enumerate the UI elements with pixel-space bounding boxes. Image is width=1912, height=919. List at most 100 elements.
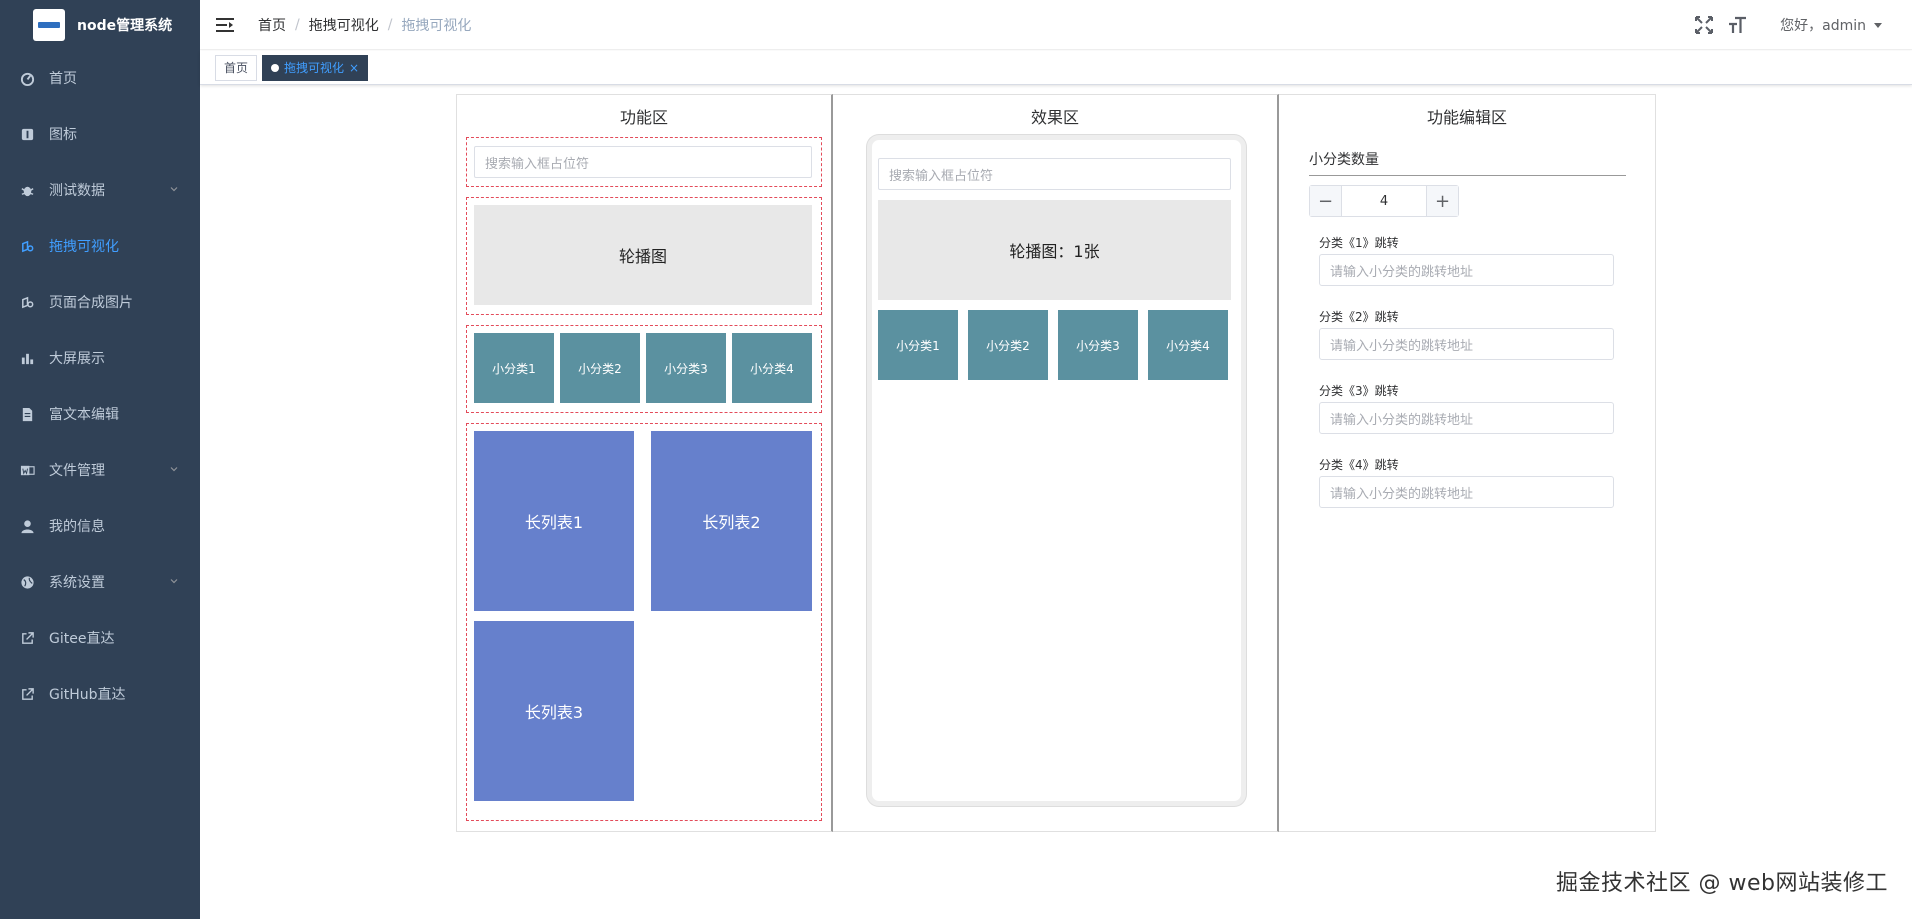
sidebar-item-label: 系统设置 — [49, 575, 105, 591]
category-count-stepper[interactable]: − 4 + — [1309, 185, 1459, 217]
icon-icon — [19, 126, 35, 142]
edit-area: 功能编辑区 小分类数量 − 4 + 分类《1》跳转 请输入小分类的跳转地址 分类… — [1279, 94, 1656, 832]
breadcrumb-item-drag[interactable]: 拖拽可视化 — [309, 15, 379, 35]
external-link-icon — [19, 630, 35, 646]
breadcrumb-separator: / — [387, 16, 393, 33]
tag-label: 拖拽可视化 — [284, 60, 345, 75]
chevron-down-icon — [170, 467, 178, 472]
category-item: 小分类3 — [646, 333, 726, 403]
category-item: 小分类2 — [560, 333, 640, 403]
decrease-button[interactable]: − — [1310, 186, 1342, 216]
sidebar-item-page-image[interactable]: 页面合成图片 — [0, 274, 200, 330]
sidebar-item-label: 我的信息 — [49, 519, 105, 535]
function-area: 功能区 搜索输入框占位符 轮播图 小分类1 小分类2 小分类3 小分类4 长列表… — [456, 94, 833, 832]
category-item: 小分类4 — [732, 333, 812, 403]
tags-view: 首页 拖拽可视化 × — [200, 51, 1912, 85]
dashboard-icon — [19, 70, 35, 86]
field-label: 分类《1》跳转 — [1319, 236, 1399, 250]
logo[interactable]: node管理系统 — [0, 0, 200, 50]
field-label: 分类《3》跳转 — [1319, 384, 1399, 398]
breadcrumb-item-home[interactable]: 首页 — [258, 15, 286, 35]
sidebar-item-file-management[interactable]: 文件管理 — [0, 442, 200, 498]
field-label: 分类《4》跳转 — [1319, 458, 1399, 472]
search-input-placeholder: 搜索输入框占位符 — [474, 146, 812, 178]
sidebar-item-home[interactable]: 首页 — [0, 50, 200, 106]
long-list-item: 长列表3 — [474, 621, 634, 801]
font-size-icon[interactable] — [1728, 15, 1748, 35]
sidebar-menu: 首页 图标 测试数据 拖拽可视化 页面合成图片 大屏展示 富文本编辑 文件管理 … — [0, 50, 200, 722]
category-url-input[interactable]: 请输入小分类的跳转地址 — [1319, 254, 1614, 286]
sidebar-item-big-screen[interactable]: 大屏展示 — [0, 330, 200, 386]
effect-area-title: 效果区 — [1030, 108, 1079, 127]
sidebar-item-drag-visualization[interactable]: 拖拽可视化 — [0, 218, 200, 274]
preview-search-input[interactable]: 搜索输入框占位符 — [878, 158, 1231, 190]
sidebar-item-label: 文件管理 — [49, 463, 105, 479]
sidebar-item-label: 首页 — [49, 71, 77, 87]
preview-category-item[interactable]: 小分类1 — [878, 310, 958, 380]
chevron-down-icon — [170, 579, 178, 584]
sidebar-item-label: 测试数据 — [49, 183, 105, 199]
external-link-icon — [19, 686, 35, 702]
active-dot-icon — [271, 63, 280, 72]
long-list-item: 长列表2 — [651, 431, 812, 611]
sidebar-item-test-data[interactable]: 测试数据 — [0, 162, 200, 218]
tag-home[interactable]: 首页 — [215, 54, 258, 81]
category-item: 小分类1 — [474, 333, 554, 403]
sidebar-item-gitee[interactable]: Gitee直达 — [0, 610, 200, 666]
preview-category-item[interactable]: 小分类4 — [1148, 310, 1228, 380]
sidebar-item-label: 大屏展示 — [49, 351, 105, 367]
category-count-label: 小分类数量 — [1309, 152, 1379, 168]
sidebar-item-label: 图标 — [49, 127, 77, 143]
divider — [1309, 175, 1626, 176]
hamburger-icon[interactable] — [216, 17, 234, 33]
effect-area: 效果区 搜索输入框占位符 轮播图：1张 小分类1 小分类2 小分类3 小分类4 — [833, 94, 1279, 832]
phone-preview[interactable]: 搜索输入框占位符 轮播图：1张 小分类1 小分类2 小分类3 小分类4 — [867, 135, 1246, 806]
carousel-block: 轮播图 — [474, 205, 812, 305]
caret-down-icon[interactable] — [1874, 22, 1882, 28]
watermark: 掘金技术社区 @ web网站装修工 — [1556, 871, 1888, 896]
drag-icon — [19, 294, 35, 310]
preview-category-item[interactable]: 小分类2 — [968, 310, 1048, 380]
category-url-input[interactable]: 请输入小分类的跳转地址 — [1319, 328, 1614, 360]
sidebar-item-label: Gitee直达 — [49, 631, 115, 647]
function-area-title: 功能区 — [619, 108, 668, 127]
right-menu: 您好，admin — [1694, 0, 1912, 50]
breadcrumb-separator: / — [295, 16, 300, 33]
document-icon — [19, 406, 35, 422]
close-icon[interactable]: × — [349, 56, 359, 80]
edit-area-title: 功能编辑区 — [1426, 108, 1507, 127]
sidebar-item-label: 富文本编辑 — [49, 407, 119, 423]
carousel-component[interactable]: 轮播图 — [466, 197, 822, 315]
sidebar-item-label: GitHub直达 — [49, 687, 126, 703]
category-url-input[interactable]: 请输入小分类的跳转地址 — [1319, 476, 1614, 508]
fullscreen-icon[interactable] — [1694, 15, 1714, 35]
category-component[interactable]: 小分类1 小分类2 小分类3 小分类4 — [466, 325, 822, 413]
preview-category-item[interactable]: 小分类3 — [1058, 310, 1138, 380]
sidebar-item-label: 拖拽可视化 — [49, 239, 119, 255]
breadcrumb: 首页 / 拖拽可视化 / 拖拽可视化 — [258, 15, 471, 35]
app-title: node管理系统 — [77, 18, 173, 34]
editor-panels: 功能区 搜索输入框占位符 轮播图 小分类1 小分类2 小分类3 小分类4 长列表… — [456, 94, 1656, 832]
tag-label: 首页 — [224, 60, 249, 75]
tag-drag-visualization[interactable]: 拖拽可视化 × — [262, 54, 369, 81]
chevron-down-icon — [170, 187, 178, 192]
increase-button[interactable]: + — [1426, 186, 1458, 216]
sidebar-item-my-info[interactable]: 我的信息 — [0, 498, 200, 554]
stepper-value[interactable]: 4 — [1342, 186, 1426, 216]
sidebar-item-rich-text[interactable]: 富文本编辑 — [0, 386, 200, 442]
sidebar-item-icons[interactable]: 图标 — [0, 106, 200, 162]
navbar: 首页 / 拖拽可视化 / 拖拽可视化 您好，admin — [200, 0, 1912, 50]
long-list-item: 长列表1 — [474, 431, 634, 611]
chart-icon — [19, 350, 35, 366]
globe-icon — [19, 574, 35, 590]
search-component[interactable]: 搜索输入框占位符 — [466, 137, 822, 187]
sidebar-item-settings[interactable]: 系统设置 — [0, 554, 200, 610]
breadcrumb-item-current: 拖拽可视化 — [401, 17, 472, 34]
preview-carousel[interactable]: 轮播图：1张 — [878, 200, 1231, 300]
user-greeting[interactable]: 您好，admin — [1780, 15, 1866, 35]
category-url-input[interactable]: 请输入小分类的跳转地址 — [1319, 402, 1614, 434]
field-label: 分类《2》跳转 — [1319, 310, 1399, 324]
word-icon — [19, 462, 35, 478]
long-list-component[interactable]: 长列表1 长列表2 长列表3 — [466, 423, 822, 821]
sidebar-item-github[interactable]: GitHub直达 — [0, 666, 200, 722]
